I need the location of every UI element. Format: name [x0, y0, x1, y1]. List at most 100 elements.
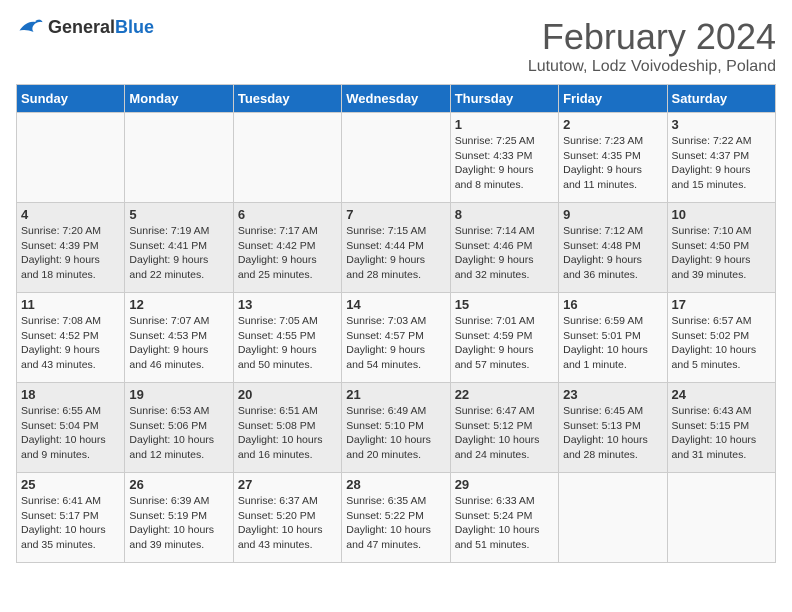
calendar-cell: 5 Sunrise: 7:19 AM Sunset: 4:41 PM Daylig… [125, 203, 233, 293]
calendar-week-row: 18 Sunrise: 6:55 AM Sunset: 5:04 PM Dayli… [17, 383, 776, 473]
day-info: Sunrise: 7:01 AM Sunset: 4:59 PM Dayligh… [455, 314, 554, 373]
calendar-cell: 23 Sunrise: 6:45 AM Sunset: 5:13 PM Dayli… [559, 383, 667, 473]
day-number: 24 [672, 387, 771, 402]
day-info: Sunrise: 7:10 AM Sunset: 4:50 PM Dayligh… [672, 224, 771, 283]
day-number: 14 [346, 297, 445, 312]
logo-general: General [48, 17, 115, 37]
day-number: 9 [563, 207, 662, 222]
calendar-cell: 6 Sunrise: 7:17 AM Sunset: 4:42 PM Daylig… [233, 203, 341, 293]
calendar-cell: 13 Sunrise: 7:05 AM Sunset: 4:55 PM Dayli… [233, 293, 341, 383]
day-info: Sunrise: 6:39 AM Sunset: 5:19 PM Dayligh… [129, 494, 228, 553]
calendar-week-row: 11Sunrise: 7:08 AM Sunset: 4:52 PM Dayli… [17, 293, 776, 383]
calendar-cell: 10 Sunrise: 7:10 AM Sunset: 4:50 PM Dayli… [667, 203, 775, 293]
logo-blue: Blue [115, 17, 154, 37]
day-number: 13 [238, 297, 337, 312]
calendar-cell [233, 113, 341, 203]
day-info: Sunrise: 7:07 AM Sunset: 4:53 PM Dayligh… [129, 314, 228, 373]
day-number: 2 [563, 117, 662, 132]
day-number: 1 [455, 117, 554, 132]
calendar-cell: 27 Sunrise: 6:37 AM Sunset: 5:20 PM Dayli… [233, 473, 341, 563]
day-number: 11 [21, 297, 120, 312]
page-header: GeneralBlue February 2024 Lututow, Lodz … [16, 16, 776, 76]
day-number: 6 [238, 207, 337, 222]
day-of-week-header: Monday [125, 85, 233, 113]
calendar-cell [17, 113, 125, 203]
day-number: 10 [672, 207, 771, 222]
day-info: Sunrise: 7:22 AM Sunset: 4:37 PM Dayligh… [672, 134, 771, 193]
calendar-cell [342, 113, 450, 203]
calendar-week-row: 25 Sunrise: 6:41 AM Sunset: 5:17 PM Dayli… [17, 473, 776, 563]
day-of-week-header: Saturday [667, 85, 775, 113]
day-info: Sunrise: 6:41 AM Sunset: 5:17 PM Dayligh… [21, 494, 120, 553]
calendar-cell: 1 Sunrise: 7:25 AM Sunset: 4:33 PM Daylig… [450, 113, 558, 203]
day-number: 22 [455, 387, 554, 402]
day-of-week-header: Wednesday [342, 85, 450, 113]
day-number: 25 [21, 477, 120, 492]
calendar-cell: 28 Sunrise: 6:35 AM Sunset: 5:22 PM Dayli… [342, 473, 450, 563]
calendar-table: SundayMondayTuesdayWednesdayThursdayFrid… [16, 84, 776, 563]
calendar-week-row: 4Sunrise: 7:20 AM Sunset: 4:39 PM Daylig… [17, 203, 776, 293]
day-info: Sunrise: 6:45 AM Sunset: 5:13 PM Dayligh… [563, 404, 662, 463]
calendar-cell: 3 Sunrise: 7:22 AM Sunset: 4:37 PM Daylig… [667, 113, 775, 203]
day-number: 5 [129, 207, 228, 222]
calendar-cell: 14 Sunrise: 7:03 AM Sunset: 4:57 PM Dayli… [342, 293, 450, 383]
day-number: 8 [455, 207, 554, 222]
day-info: Sunrise: 7:12 AM Sunset: 4:48 PM Dayligh… [563, 224, 662, 283]
day-info: Sunrise: 6:33 AM Sunset: 5:24 PM Dayligh… [455, 494, 554, 553]
logo: GeneralBlue [16, 16, 154, 38]
day-info: Sunrise: 7:14 AM Sunset: 4:46 PM Dayligh… [455, 224, 554, 283]
day-number: 7 [346, 207, 445, 222]
day-number: 15 [455, 297, 554, 312]
day-info: Sunrise: 6:51 AM Sunset: 5:08 PM Dayligh… [238, 404, 337, 463]
day-info: Sunrise: 6:49 AM Sunset: 5:10 PM Dayligh… [346, 404, 445, 463]
day-number: 3 [672, 117, 771, 132]
day-of-week-header: Sunday [17, 85, 125, 113]
calendar-cell: 16 Sunrise: 6:59 AM Sunset: 5:01 PM Dayli… [559, 293, 667, 383]
calendar-cell: 24 Sunrise: 6:43 AM Sunset: 5:15 PM Dayli… [667, 383, 775, 473]
day-number: 26 [129, 477, 228, 492]
calendar-cell: 19Sunrise: 6:53 AM Sunset: 5:06 PM Dayli… [125, 383, 233, 473]
day-info: Sunrise: 7:25 AM Sunset: 4:33 PM Dayligh… [455, 134, 554, 193]
calendar-cell: 20 Sunrise: 6:51 AM Sunset: 5:08 PM Dayli… [233, 383, 341, 473]
calendar-cell: 22 Sunrise: 6:47 AM Sunset: 5:12 PM Dayli… [450, 383, 558, 473]
day-info: Sunrise: 6:55 AM Sunset: 5:04 PM Dayligh… [21, 404, 120, 463]
day-info: Sunrise: 7:19 AM Sunset: 4:41 PM Dayligh… [129, 224, 228, 283]
calendar-cell: 21 Sunrise: 6:49 AM Sunset: 5:10 PM Dayli… [342, 383, 450, 473]
calendar-cell [559, 473, 667, 563]
calendar-cell: 25 Sunrise: 6:41 AM Sunset: 5:17 PM Dayli… [17, 473, 125, 563]
logo-bird-icon [16, 16, 44, 38]
day-number: 4 [21, 207, 120, 222]
calendar-cell [667, 473, 775, 563]
logo-text: GeneralBlue [48, 17, 154, 38]
day-number: 27 [238, 477, 337, 492]
calendar-cell: 11Sunrise: 7:08 AM Sunset: 4:52 PM Dayli… [17, 293, 125, 383]
day-info: Sunrise: 6:47 AM Sunset: 5:12 PM Dayligh… [455, 404, 554, 463]
calendar-cell: 8 Sunrise: 7:14 AM Sunset: 4:46 PM Daylig… [450, 203, 558, 293]
day-info: Sunrise: 7:05 AM Sunset: 4:55 PM Dayligh… [238, 314, 337, 373]
day-info: Sunrise: 7:03 AM Sunset: 4:57 PM Dayligh… [346, 314, 445, 373]
day-number: 12 [129, 297, 228, 312]
calendar-cell: 18 Sunrise: 6:55 AM Sunset: 5:04 PM Dayli… [17, 383, 125, 473]
calendar-cell [125, 113, 233, 203]
calendar-header-row: SundayMondayTuesdayWednesdayThursdayFrid… [17, 85, 776, 113]
calendar-cell: 4Sunrise: 7:20 AM Sunset: 4:39 PM Daylig… [17, 203, 125, 293]
day-number: 23 [563, 387, 662, 402]
day-of-week-header: Thursday [450, 85, 558, 113]
day-number: 20 [238, 387, 337, 402]
day-of-week-header: Tuesday [233, 85, 341, 113]
day-info: Sunrise: 6:43 AM Sunset: 5:15 PM Dayligh… [672, 404, 771, 463]
day-info: Sunrise: 6:37 AM Sunset: 5:20 PM Dayligh… [238, 494, 337, 553]
calendar-cell: 15 Sunrise: 7:01 AM Sunset: 4:59 PM Dayli… [450, 293, 558, 383]
day-info: Sunrise: 6:57 AM Sunset: 5:02 PM Dayligh… [672, 314, 771, 373]
day-info: Sunrise: 6:35 AM Sunset: 5:22 PM Dayligh… [346, 494, 445, 553]
day-info: Sunrise: 6:59 AM Sunset: 5:01 PM Dayligh… [563, 314, 662, 373]
day-number: 21 [346, 387, 445, 402]
day-info: Sunrise: 7:17 AM Sunset: 4:42 PM Dayligh… [238, 224, 337, 283]
calendar-cell: 26 Sunrise: 6:39 AM Sunset: 5:19 PM Dayli… [125, 473, 233, 563]
day-number: 29 [455, 477, 554, 492]
day-number: 18 [21, 387, 120, 402]
calendar-cell: 9 Sunrise: 7:12 AM Sunset: 4:48 PM Daylig… [559, 203, 667, 293]
day-number: 17 [672, 297, 771, 312]
day-number: 28 [346, 477, 445, 492]
day-number: 16 [563, 297, 662, 312]
